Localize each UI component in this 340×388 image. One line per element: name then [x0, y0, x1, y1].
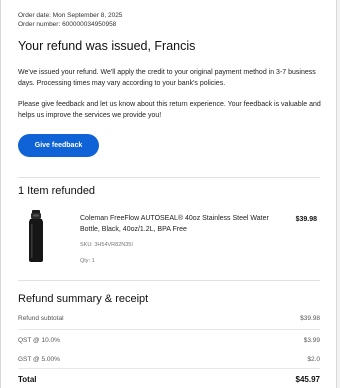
summary-value: $3.99 — [303, 337, 320, 344]
order-number: Order number: 600000034950958 — [18, 21, 117, 28]
product-name[interactable]: Coleman FreeFlow AUTOSEAL® 40oz Stainles… — [80, 213, 280, 235]
items-refunded-title: 1 Item refunded — [18, 185, 96, 197]
summary-row-qst: QST @ 10.0% $3.99 — [18, 337, 320, 344]
section-divider — [18, 177, 320, 178]
product-quantity: Qty: 1 — [80, 258, 95, 264]
summary-value: $39.98 — [300, 315, 320, 322]
summary-divider — [18, 329, 320, 330]
product-sku: SKU: 3H54VR82N35I — [80, 242, 133, 248]
water-bottle-image[interactable] — [25, 210, 47, 262]
summary-value: $2.0 — [307, 356, 320, 363]
summary-row-gst: GST @ 5.00% $2.0 — [18, 356, 320, 363]
give-feedback-button[interactable]: Give feedback — [18, 134, 99, 157]
order-date: Order date: Mon September 8, 2025 — [18, 12, 123, 19]
total-value: $45.97 — [295, 375, 320, 384]
total-label: Total — [18, 375, 37, 384]
refund-email-card: Order date: Mon September 8, 2025 Order … — [0, 0, 337, 388]
summary-label: QST @ 10.0% — [18, 337, 60, 344]
section-divider — [18, 280, 320, 281]
feedback-request-message: Please give feedback and let us know abo… — [18, 101, 321, 119]
summary-label: GST @ 5.00% — [18, 356, 60, 363]
refund-issued-message: We've issued your refund. We'll apply th… — [18, 69, 316, 87]
refund-summary-title: Refund summary & receipt — [18, 293, 149, 305]
summary-divider — [18, 368, 320, 369]
summary-label: Refund subtotal — [18, 315, 64, 322]
product-price: $39.98 — [295, 216, 317, 223]
water-bottle-icon — [29, 210, 43, 262]
page-title: Your refund was issued, Francis — [18, 39, 196, 53]
summary-row-subtotal: Refund subtotal $39.98 — [18, 315, 320, 322]
summary-row-total: Total $45.97 — [18, 375, 320, 384]
